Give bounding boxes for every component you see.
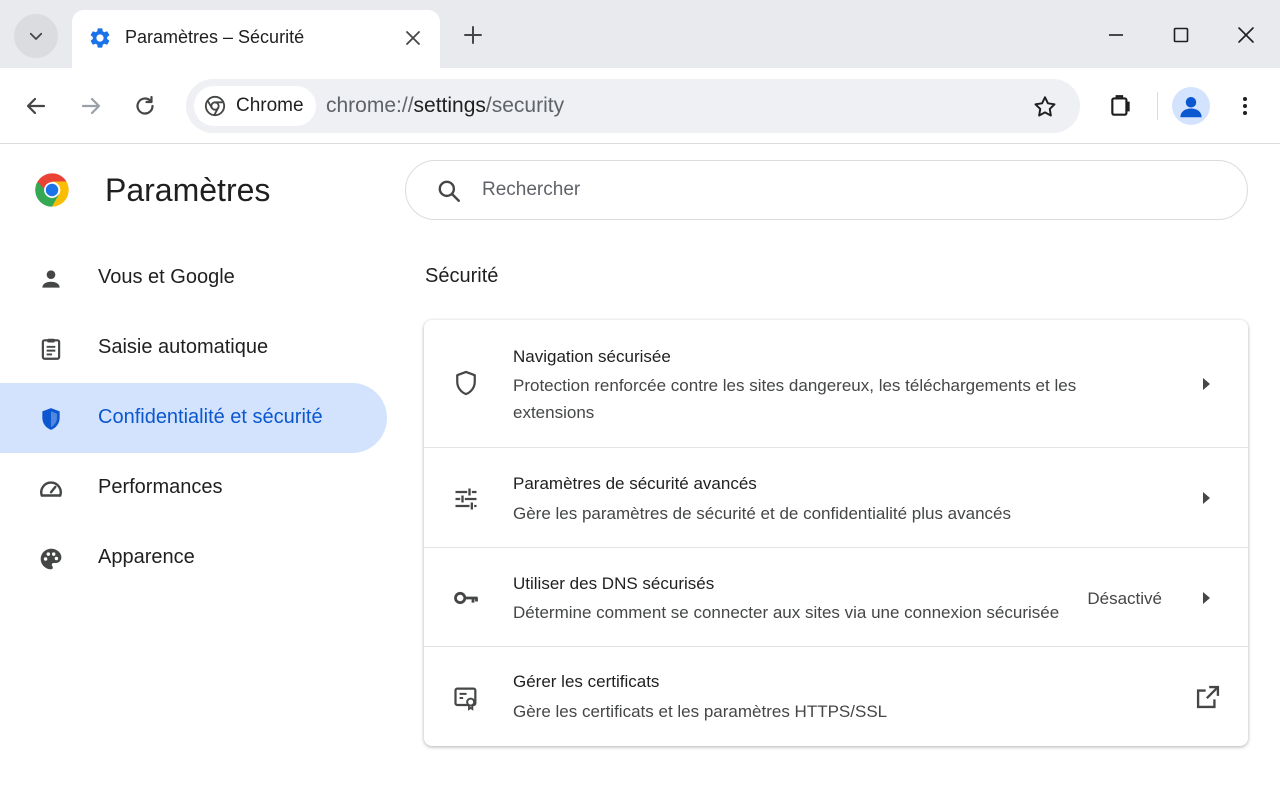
settings-search[interactable]	[405, 160, 1248, 220]
url-host: settings	[413, 94, 486, 117]
chip-label: Chrome	[236, 95, 304, 116]
chrome-icon	[204, 95, 226, 117]
search-icon	[438, 180, 460, 202]
profile-avatar[interactable]	[1172, 87, 1210, 125]
extension-icon	[1111, 95, 1130, 116]
sidebar-item-privacy-security[interactable]: Confidentialité et sécurité	[0, 383, 387, 453]
chrome-logo-icon	[35, 173, 69, 207]
maximize-button[interactable]	[1164, 18, 1198, 52]
close-icon	[1238, 27, 1254, 43]
toolbar: Chrome chrome://settings/security	[0, 68, 1280, 144]
tab-close-button[interactable]	[400, 25, 426, 51]
section-title: Sécurité	[425, 265, 499, 287]
row-manage-certificates[interactable]: Gérer les certificats Gère les certifica…	[424, 646, 1248, 746]
more-vert-icon	[1243, 97, 1247, 115]
close-icon	[406, 31, 420, 45]
shield-icon	[42, 408, 60, 430]
star-icon	[1034, 96, 1056, 117]
arrow-right-icon	[1203, 592, 1210, 604]
arrow-right-icon	[1203, 492, 1210, 504]
close-window-button[interactable]	[1229, 18, 1263, 52]
url-text[interactable]: chrome://settings/security	[326, 94, 564, 118]
speedometer-icon	[40, 481, 62, 497]
security-card: Navigation sécurisée Protection renforcé…	[424, 320, 1248, 746]
reload-button[interactable]	[125, 86, 165, 126]
back-button[interactable]	[16, 86, 56, 126]
sidebar-item-label: Saisie automatique	[98, 336, 269, 358]
page-title: Paramètres	[105, 172, 271, 208]
sidebar-item-autofill[interactable]: Saisie automatique	[0, 313, 390, 383]
omnibox[interactable]: Chrome chrome://settings/security	[186, 79, 1080, 133]
new-tab-button[interactable]	[456, 18, 490, 52]
person-icon	[42, 270, 60, 288]
person-icon	[1180, 97, 1202, 118]
row-title: Utiliser des DNS sécurisés	[513, 574, 715, 593]
arrow-right-icon	[1203, 378, 1210, 390]
sidebar-item-label: Apparence	[98, 546, 195, 568]
menu-button[interactable]	[1225, 86, 1265, 126]
arrow-right-icon	[81, 97, 101, 115]
forward-button[interactable]	[71, 86, 111, 126]
tab-search-button[interactable]	[14, 14, 58, 58]
clipboard-icon	[41, 338, 61, 360]
sidebar-item-label: Vous et Google	[98, 266, 235, 288]
sidebar-item-performance[interactable]: Performances	[0, 453, 390, 523]
status-text: Désactivé	[1087, 589, 1162, 608]
row-title: Gérer les certificats	[513, 672, 660, 691]
row-title: Navigation sécurisée	[513, 347, 671, 366]
row-title: Paramètres de sécurité avancés	[513, 474, 757, 493]
shield-outline-icon	[456, 370, 476, 396]
sidebar-item-label: Performances	[98, 476, 223, 498]
maximize-icon	[1173, 27, 1189, 43]
minimize-button[interactable]	[1099, 18, 1133, 52]
row-subtitle: Protection renforcée contre les sites da…	[513, 376, 1077, 422]
sidebar-item-you-and-google[interactable]: Vous et Google	[0, 243, 390, 313]
extensions-button[interactable]	[1101, 86, 1141, 126]
gear-icon	[90, 28, 110, 48]
open-in-new-icon	[1196, 685, 1220, 709]
url-path: /security	[485, 94, 565, 117]
tab-strip: Paramètres – Sécurité	[0, 0, 1280, 68]
active-tab[interactable]: Paramètres – Sécurité	[72, 10, 440, 68]
reload-icon	[136, 95, 154, 115]
row-subtitle: Détermine comment se connecter aux sites…	[513, 603, 1060, 622]
row-secure-dns[interactable]: Utiliser des DNS sécurisés Détermine com…	[424, 547, 1248, 646]
row-subtitle: Gère les paramètres de sécurité et de co…	[513, 504, 1011, 523]
tune-icon	[455, 488, 477, 510]
search-input[interactable]	[482, 175, 1182, 205]
row-subtitle: Gère les certificats et les paramètres H…	[513, 702, 888, 721]
palette-icon	[40, 548, 62, 570]
url-scheme: chrome://	[326, 94, 414, 117]
key-icon	[454, 591, 478, 605]
sidebar-item-label: Confidentialité et sécurité	[98, 406, 323, 428]
sidebar: Vous et Google Saisie automatique Confid…	[0, 243, 390, 593]
toolbar-divider	[1157, 92, 1158, 120]
bookmark-button[interactable]	[1030, 92, 1060, 122]
row-advanced-security[interactable]: Paramètres de sécurité avancés Gère les …	[424, 447, 1248, 547]
minimize-icon	[1109, 34, 1123, 36]
row-safe-browsing[interactable]: Navigation sécurisée Protection renforcé…	[424, 320, 1248, 447]
certificate-icon	[454, 687, 477, 711]
tab-title: Paramètres – Sécurité	[125, 27, 305, 47]
site-info-chip[interactable]: Chrome	[194, 86, 316, 126]
arrow-left-icon	[26, 97, 46, 115]
plus-icon	[464, 26, 482, 44]
sidebar-item-appearance[interactable]: Apparence	[0, 523, 390, 593]
chevron-down-icon	[29, 32, 43, 40]
